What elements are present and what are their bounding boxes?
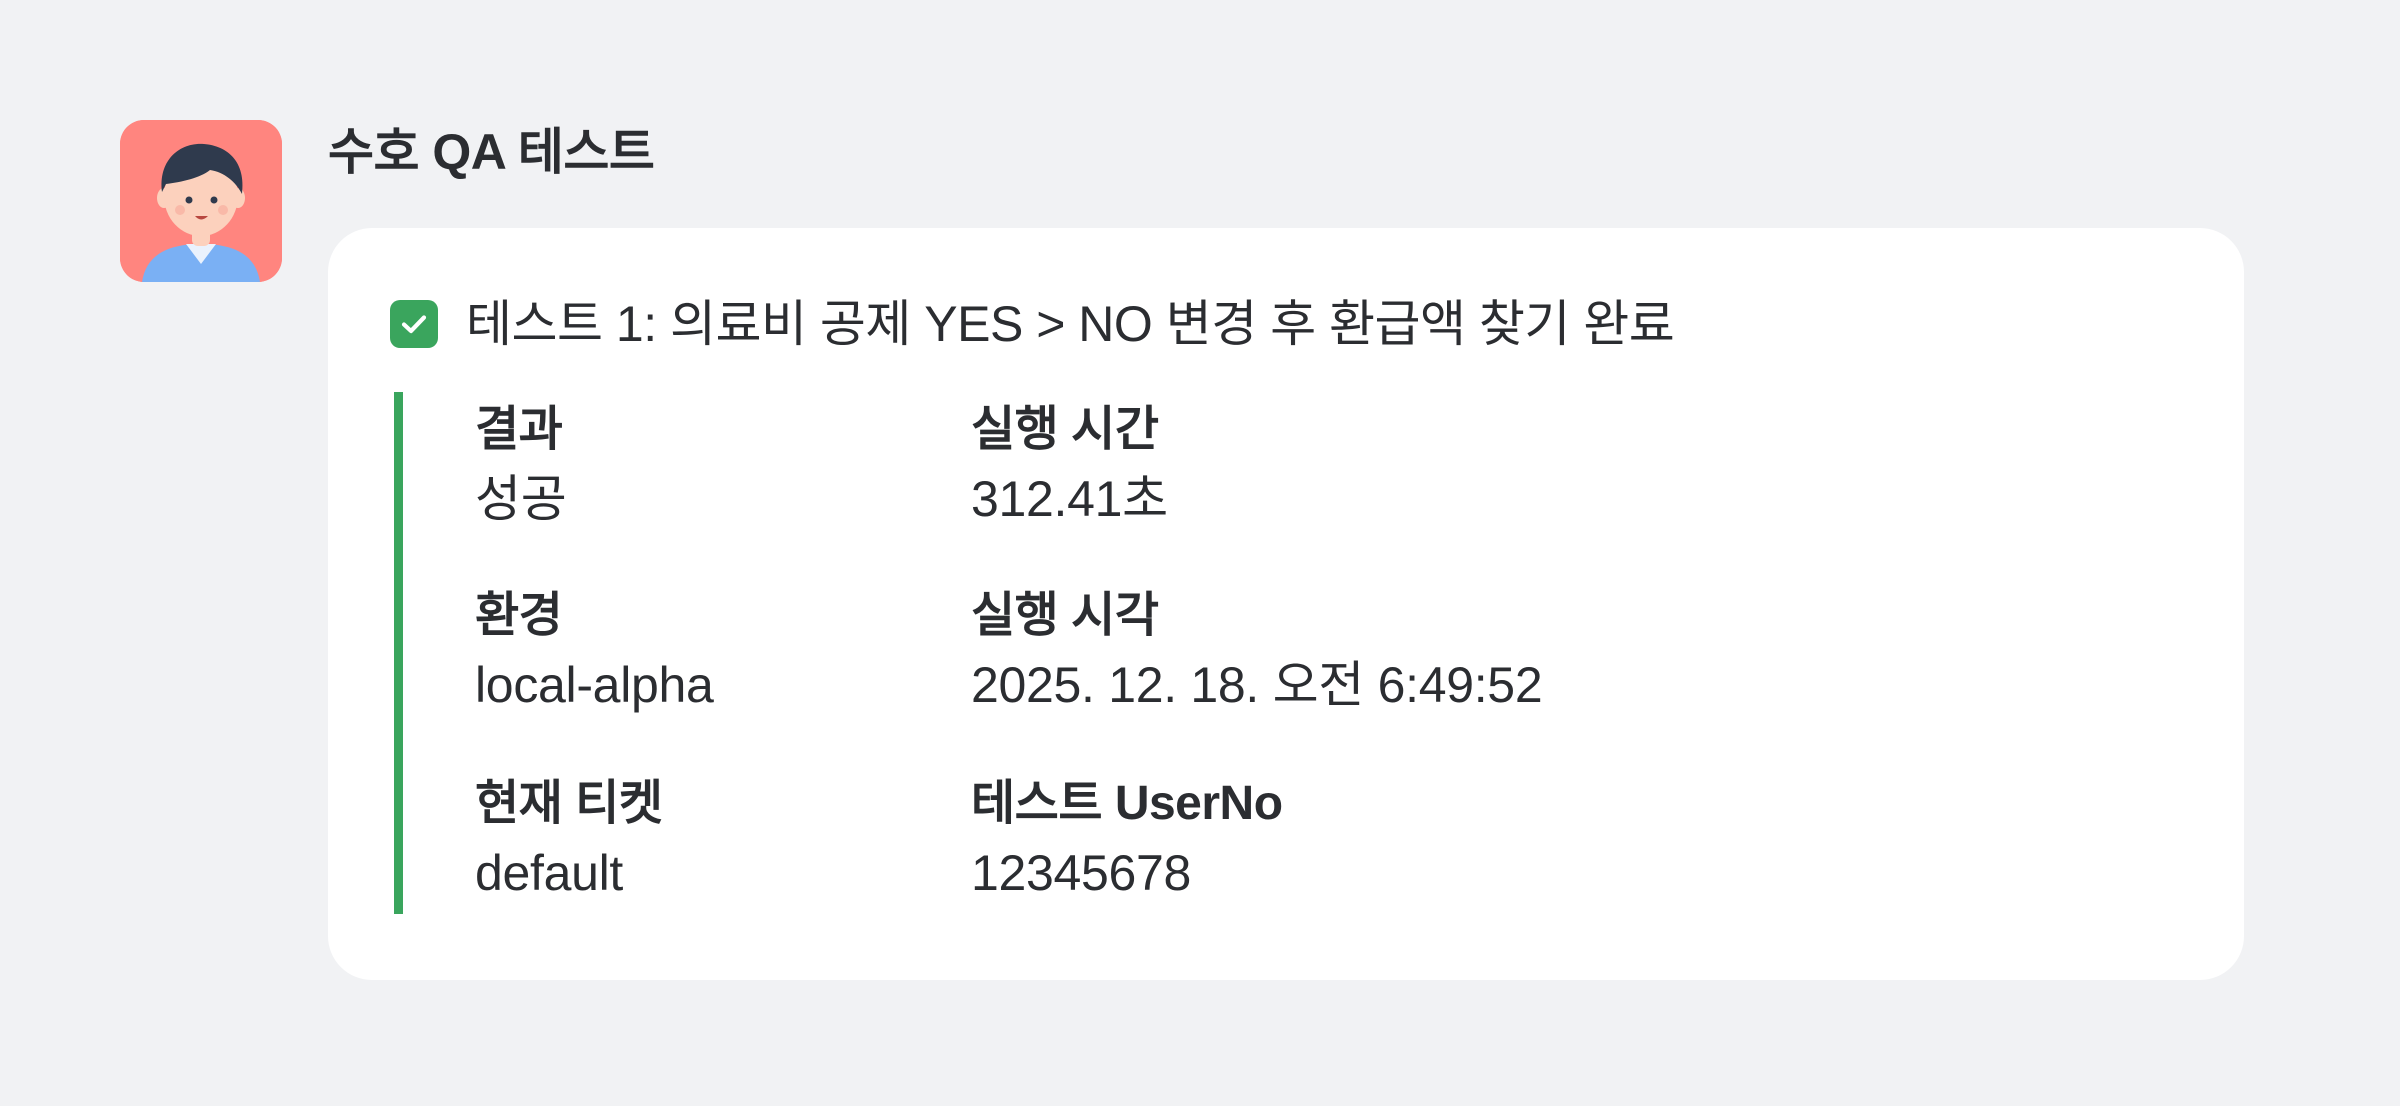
field-label: 실행 시간 — [971, 403, 1159, 456]
field-executed-at: 실행 시각 2025. 12. 18. 오전 6:49:52 — [971, 586, 1731, 716]
field-label: 결과 — [475, 403, 563, 456]
check-icon — [390, 300, 438, 348]
message-card: 테스트 1: 의료비 공제 YES > NO 변경 후 환급액 찾기 완료 결과… — [328, 228, 2244, 980]
field-user-no: 테스트 UserNo 12345678 — [971, 774, 1731, 904]
sender-name[interactable]: 수호 QA 테스트 — [328, 122, 655, 182]
field-value: 성공 — [475, 471, 567, 527]
field-label: 환경 — [475, 589, 563, 642]
field-value: local-alpha — [475, 657, 714, 713]
field-label: 실행 시각 — [971, 589, 1159, 642]
sender-avatar[interactable] — [120, 120, 282, 282]
field-label: 테스트 UserNo — [971, 777, 1283, 830]
person-avatar-icon — [120, 120, 282, 282]
field-label: 현재 티켓 — [475, 777, 663, 830]
field-duration: 실행 시간 312.41초 — [971, 400, 1731, 530]
field-ticket: 현재 티켓 default — [475, 774, 935, 904]
field-value: 312.41초 — [971, 471, 1168, 527]
test-title: 테스트 1: 의료비 공제 YES > NO 변경 후 환급액 찾기 완료 — [466, 296, 1675, 352]
field-environment: 환경 local-alpha — [475, 586, 935, 716]
field-value: 2025. 12. 18. 오전 6:49:52 — [971, 657, 1543, 713]
field-value: 12345678 — [971, 845, 1192, 901]
field-result: 결과 성공 — [475, 400, 935, 530]
status-row: 테스트 1: 의료비 공제 YES > NO 변경 후 환급액 찾기 완료 — [390, 288, 1675, 360]
field-value: default — [475, 845, 624, 901]
details-block: 결과 성공 실행 시간 312.41초 환경 local-alpha 실행 시각… — [394, 392, 1803, 914]
